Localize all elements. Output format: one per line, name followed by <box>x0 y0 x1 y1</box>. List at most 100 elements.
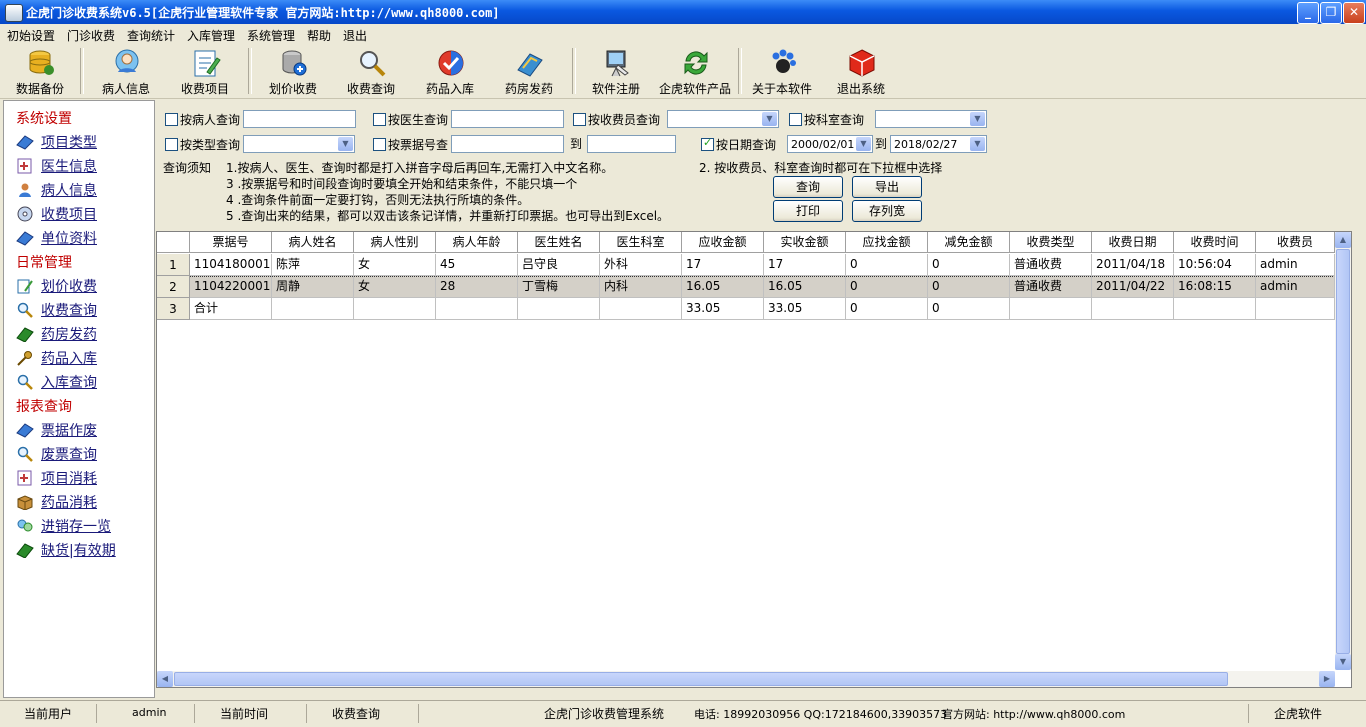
table-cell[interactable]: 33.05 <box>682 298 764 320</box>
table-cell[interactable] <box>1092 298 1174 320</box>
table-cell[interactable]: admin <box>1256 276 1335 298</box>
table-cell[interactable]: 17 <box>682 254 764 276</box>
receipt-to-input[interactable] <box>587 135 676 153</box>
column-header[interactable]: 收费时间 <box>1174 232 1256 253</box>
chevron-down-icon[interactable]: ▼ <box>338 137 353 151</box>
patient-input[interactable] <box>243 110 356 128</box>
table-cell[interactable]: 内科 <box>600 276 682 298</box>
menu-exit[interactable]: 退出 <box>343 27 367 44</box>
table-cell[interactable]: 0 <box>846 276 928 298</box>
checkbox-box[interactable] <box>573 113 586 126</box>
checkbox-box[interactable] <box>165 113 178 126</box>
save-column-width-button[interactable]: 存列宽 <box>852 200 922 222</box>
column-header[interactable]: 减免金额 <box>928 232 1010 253</box>
table-cell[interactable]: 1104180001 <box>190 254 272 276</box>
table-cell[interactable] <box>600 298 682 320</box>
table-cell[interactable]: 合计 <box>190 298 272 320</box>
scroll-up-arrow-icon[interactable]: ▲ <box>1335 232 1351 248</box>
table-cell[interactable]: 2011/04/22 <box>1092 276 1174 298</box>
menu-query-stats[interactable]: 查询统计 <box>127 27 175 44</box>
table-cell[interactable]: 0 <box>928 254 1010 276</box>
receipt-from-input[interactable] <box>451 135 564 153</box>
table-cell[interactable]: 丁雪梅 <box>518 276 600 298</box>
date-to-picker[interactable]: 2018/02/27 ▼ <box>890 135 987 153</box>
doctor-input[interactable] <box>451 110 564 128</box>
vertical-scrollbar[interactable]: ▲ ▼ <box>1335 232 1351 670</box>
table-cell[interactable] <box>272 298 354 320</box>
checkbox-box-checked[interactable] <box>701 136 714 151</box>
table-cell[interactable]: 外科 <box>600 254 682 276</box>
scroll-left-arrow-icon[interactable]: ◀ <box>157 671 173 687</box>
column-header[interactable]: 收费员 <box>1256 232 1335 253</box>
close-button[interactable]: ✕ <box>1343 2 1365 24</box>
table-cell[interactable]: 女 <box>354 276 436 298</box>
table-cell[interactable]: 普通收费 <box>1010 254 1092 276</box>
table-cell[interactable] <box>1256 298 1335 320</box>
table-cell[interactable] <box>436 298 518 320</box>
chevron-down-icon[interactable]: ▼ <box>856 137 871 151</box>
toolbar-backup-button[interactable]: 数据备份 <box>2 46 78 96</box>
table-cell[interactable]: 1104220001 <box>190 276 272 298</box>
table-cell[interactable]: 吕守良 <box>518 254 600 276</box>
table-cell[interactable]: 周静 <box>272 276 354 298</box>
horizontal-scroll-thumb[interactable] <box>174 672 1228 686</box>
chevron-down-icon[interactable]: ▼ <box>762 112 777 126</box>
table-cell[interactable]: 33.05 <box>764 298 846 320</box>
table-cell[interactable] <box>518 298 600 320</box>
vertical-scroll-thumb[interactable] <box>1336 249 1350 654</box>
column-header[interactable]: 应收金额 <box>682 232 764 253</box>
toolbar-register-button[interactable]: 软件注册 <box>578 46 654 96</box>
date-from-picker[interactable]: 2000/02/01 ▼ <box>787 135 873 153</box>
table-cell[interactable]: 16:08:15 <box>1174 276 1256 298</box>
table-cell[interactable]: 陈萍 <box>272 254 354 276</box>
toolbar-exit-button[interactable]: 退出系统 <box>823 46 899 96</box>
checkbox-box[interactable] <box>373 138 386 151</box>
toolbar-pricing-button[interactable]: 划价收费 <box>255 46 331 96</box>
column-header[interactable]: 收费类型 <box>1010 232 1092 253</box>
table-cell[interactable]: 0 <box>928 276 1010 298</box>
column-header[interactable]: 病人姓名 <box>272 232 354 253</box>
row-number[interactable]: 3 <box>157 298 190 320</box>
column-header[interactable]: 医生姓名 <box>518 232 600 253</box>
column-header[interactable]: 医生科室 <box>600 232 682 253</box>
cashier-select[interactable]: ▼ <box>667 110 779 128</box>
query-button[interactable]: 查询 <box>773 176 843 198</box>
column-header[interactable]: 病人年龄 <box>436 232 518 253</box>
table-cell[interactable]: 2011/04/18 <box>1092 254 1174 276</box>
table-cell[interactable]: 45 <box>436 254 518 276</box>
print-button[interactable]: 打印 <box>773 200 843 222</box>
chevron-down-icon[interactable]: ▼ <box>970 112 985 126</box>
toolbar-patient-button[interactable]: 病人信息 <box>88 46 164 96</box>
dept-select[interactable]: ▼ <box>875 110 987 128</box>
column-header[interactable]: 实收金额 <box>764 232 846 253</box>
checkbox-box[interactable] <box>165 138 178 151</box>
toolbar-medicine-in-button[interactable]: 药品入库 <box>412 46 488 96</box>
chevron-down-icon[interactable]: ▼ <box>970 137 985 151</box>
table-cell[interactable]: 0 <box>928 298 1010 320</box>
table-cell[interactable]: 16.05 <box>682 276 764 298</box>
table-cell[interactable]: 普通收费 <box>1010 276 1092 298</box>
row-number[interactable]: 2 <box>157 276 190 298</box>
scroll-right-arrow-icon[interactable]: ▶ <box>1319 671 1335 687</box>
type-select[interactable]: ▼ <box>243 135 355 153</box>
toolbar-dispense-button[interactable]: 药房发药 <box>491 46 567 96</box>
table-cell[interactable]: 28 <box>436 276 518 298</box>
table-cell[interactable]: 16.05 <box>764 276 846 298</box>
toolbar-charge-items-button[interactable]: 收费项目 <box>167 46 243 96</box>
table-cell[interactable]: 10:56:04 <box>1174 254 1256 276</box>
menu-stock-in[interactable]: 入库管理 <box>187 27 235 44</box>
table-cell[interactable] <box>354 298 436 320</box>
menu-system[interactable]: 系统管理 <box>247 27 295 44</box>
checkbox-box[interactable] <box>373 113 386 126</box>
toolbar-products-button[interactable]: 企虎软件产品 <box>657 46 733 96</box>
toolbar-about-button[interactable]: 关于本软件 <box>744 46 820 96</box>
table-cell[interactable] <box>1010 298 1092 320</box>
column-header[interactable]: 应找金额 <box>846 232 928 253</box>
minimize-button[interactable]: _ <box>1297 2 1319 24</box>
table-cell[interactable]: 0 <box>846 298 928 320</box>
table-cell[interactable]: 17 <box>764 254 846 276</box>
table-cell[interactable]: 女 <box>354 254 436 276</box>
scroll-down-arrow-icon[interactable]: ▼ <box>1335 654 1351 670</box>
menu-init-settings[interactable]: 初始设置 <box>7 27 55 44</box>
export-button[interactable]: 导出 <box>852 176 922 198</box>
